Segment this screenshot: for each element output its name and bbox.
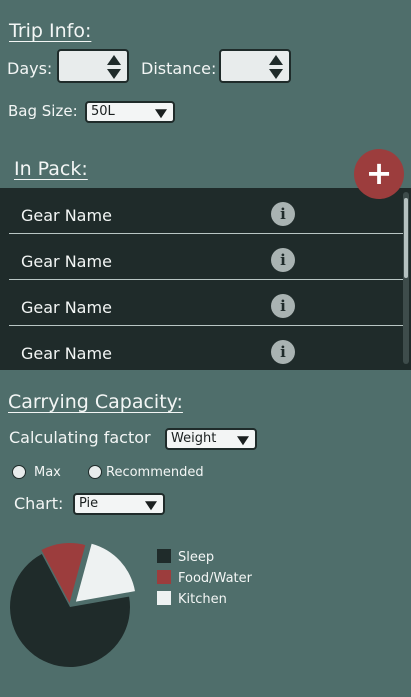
chevron-down-icon	[155, 109, 167, 119]
days-stepper[interactable]	[57, 49, 129, 83]
bag-size-select[interactable]: 50L	[85, 101, 175, 123]
radio-recommended[interactable]	[88, 465, 102, 479]
gear-name: Gear Name	[21, 206, 112, 225]
bag-size-value: 50L	[91, 104, 115, 119]
info-icon[interactable]: i	[271, 202, 295, 226]
distance-stepper[interactable]	[219, 49, 291, 83]
list-item[interactable]: Gear Name i	[9, 326, 407, 370]
info-icon[interactable]: i	[271, 294, 295, 318]
pack-scroll-thumb[interactable]	[404, 198, 408, 278]
legend-label-food-water: Food/Water	[178, 571, 252, 586]
bag-size-label: Bag Size:	[8, 102, 78, 120]
legend-swatch-food-water	[157, 570, 171, 584]
calculating-factor-label: Calculating factor	[9, 428, 151, 447]
list-item[interactable]: Gear Name i	[9, 280, 407, 326]
list-item[interactable]: Gear Name i	[9, 234, 407, 280]
stepper-arrows-icon[interactable]	[269, 55, 283, 81]
pie-chart	[10, 543, 135, 667]
chevron-down-icon	[145, 501, 157, 511]
gear-name: Gear Name	[21, 298, 112, 317]
radio-recommended-label: Recommended	[106, 465, 204, 480]
chart-label: Chart:	[14, 494, 64, 513]
gear-name: Gear Name	[21, 344, 112, 363]
legend-swatch-sleep	[157, 549, 171, 563]
gear-name: Gear Name	[21, 252, 112, 271]
legend-label-sleep: Sleep	[178, 550, 215, 565]
add-gear-button[interactable]: +	[354, 149, 404, 199]
pie-slice-kitchen	[75, 543, 135, 602]
stepper-arrows-icon[interactable]	[107, 55, 121, 81]
calculating-factor-value: Weight	[171, 431, 217, 446]
radio-max[interactable]	[12, 465, 26, 479]
list-item[interactable]: Gear Name i	[9, 188, 407, 234]
calculating-factor-select[interactable]: Weight	[165, 428, 257, 450]
trip-info-heading: Trip Info:	[9, 20, 92, 42]
pack-list[interactable]: Gear Name i Gear Name i Gear Name i Gear…	[0, 188, 411, 370]
chevron-down-icon	[237, 436, 249, 446]
radio-max-label: Max	[34, 465, 61, 480]
legend-swatch-kitchen	[157, 591, 171, 605]
in-pack-heading: In Pack:	[14, 158, 88, 180]
distance-label: Distance:	[141, 59, 217, 78]
carrying-capacity-heading: Carrying Capacity:	[8, 391, 183, 413]
info-icon[interactable]: i	[271, 248, 295, 272]
legend-label-kitchen: Kitchen	[178, 592, 227, 607]
info-icon[interactable]: i	[271, 340, 295, 364]
days-label: Days:	[7, 59, 53, 78]
chart-type-select[interactable]: Pie	[73, 493, 165, 515]
chart-type-value: Pie	[79, 496, 99, 511]
